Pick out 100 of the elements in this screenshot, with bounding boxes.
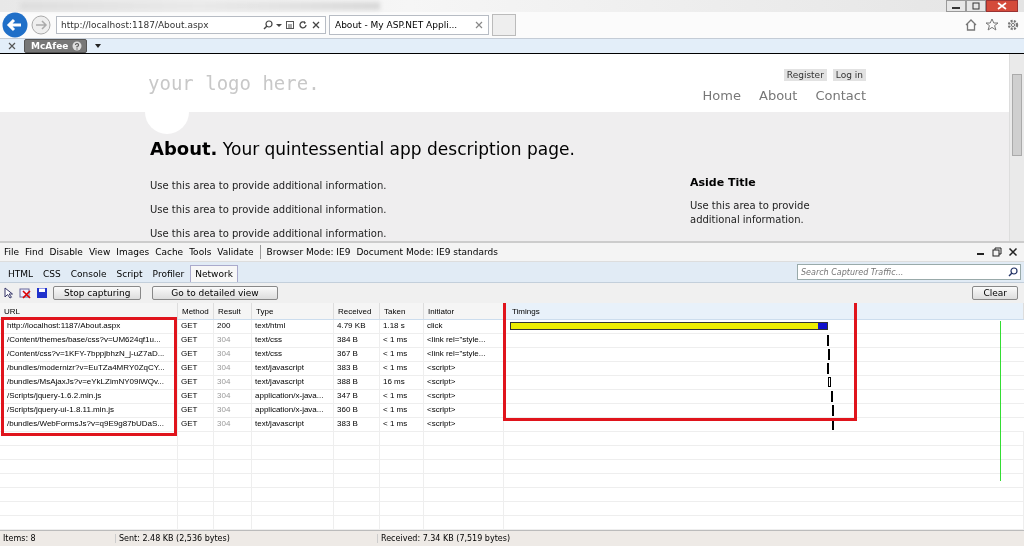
table-cell: GET (181, 321, 198, 330)
toolbar-button[interactable]: Stop capturing (53, 286, 142, 300)
address-bar[interactable]: http://localhost:1187/About.aspx (56, 16, 326, 34)
status-text: Items: 8 (0, 534, 116, 543)
table-cell: 304 (217, 405, 231, 414)
column-header[interactable]: Received (334, 303, 380, 319)
table-cell: /bundles/MsAjaxJs?v=eYkLZimNY09iWQv... (7, 377, 164, 386)
devtools-tab[interactable]: Console (66, 266, 111, 282)
close-icon[interactable] (1008, 247, 1018, 257)
table-cell: GET (181, 419, 198, 428)
search-icon[interactable] (263, 20, 273, 30)
table-cell: 383 B (337, 363, 358, 372)
table-cell: <script> (427, 377, 456, 386)
devtools-tab[interactable]: Network (190, 265, 238, 282)
paragraph: Use this area to provide additional information. (150, 179, 388, 193)
devtools-tab[interactable]: Script (112, 266, 147, 282)
refresh-icon[interactable] (298, 20, 308, 30)
paragraph: Use this area to provide additional information. (150, 203, 388, 217)
nav-link[interactable]: About (759, 88, 798, 103)
column-header[interactable]: Method (178, 303, 214, 319)
clear-button[interactable]: Clear (972, 286, 1018, 300)
table-cell: 347 B (337, 391, 358, 400)
column-header[interactable]: Timings (504, 303, 1024, 319)
compatibility-icon[interactable] (285, 20, 295, 30)
table-cell: < 1 ms (383, 419, 408, 428)
devtools-tab[interactable]: CSS (39, 266, 65, 282)
menu-item[interactable]: Cache (155, 247, 184, 257)
column-header[interactable]: URL (0, 303, 178, 319)
mode-menu[interactable]: Browser Mode: IE9 (266, 247, 351, 257)
table-cell: text/javascript (255, 419, 304, 428)
table-cell: 1.18 s (383, 321, 405, 330)
clear-entries-icon[interactable] (19, 287, 31, 299)
menu-item[interactable]: Disable (49, 247, 83, 257)
table-cell: GET (181, 335, 198, 344)
table-cell: text/javascript (255, 363, 304, 372)
table-cell: click (427, 321, 443, 330)
table-cell: text/css (255, 335, 283, 344)
table-cell: 383 B (337, 419, 358, 428)
table-cell: /Scripts/jquery-1.6.2.min.js (7, 391, 102, 400)
caret-icon[interactable] (95, 43, 102, 49)
account-link[interactable]: Register (783, 69, 827, 81)
table-cell: /bundles/modernizr?v=EuTZa4MRY0ZqCY... (7, 363, 165, 372)
cursor-icon[interactable] (4, 287, 14, 299)
table-cell: GET (181, 391, 198, 400)
save-icon[interactable] (36, 287, 48, 299)
table-cell: /Content/css?v=1KFY-7bppjbhzN_j-uZ7aD... (7, 349, 165, 358)
minimize-icon[interactable] (946, 0, 966, 12)
restore-icon[interactable] (992, 247, 1002, 257)
column-header[interactable]: Initiator (424, 303, 504, 319)
menu-item[interactable]: Validate (217, 247, 254, 257)
search-field[interactable]: Search Captured Traffic... (797, 264, 1021, 280)
scrollbar[interactable] (1009, 54, 1024, 241)
column-header[interactable]: Type (252, 303, 334, 319)
menu-item[interactable]: File (4, 247, 20, 257)
table-cell: text/css (255, 349, 283, 358)
menu-item[interactable]: View (88, 247, 111, 257)
menu-item[interactable]: Images (116, 247, 150, 257)
close-icon[interactable] (8, 42, 16, 50)
table-cell: <link rel="style... (427, 335, 486, 344)
table-cell: 384 B (337, 335, 358, 344)
table-cell: /Content/themes/base/css?v=UM624qf1u... (7, 335, 161, 344)
table-cell: http://localhost:1187/About.aspx (7, 321, 121, 330)
menu-item[interactable]: Tools (189, 247, 212, 257)
column-header[interactable]: Taken (380, 303, 424, 319)
table-cell: < 1 ms (383, 335, 408, 344)
table-cell: /Scripts/jquery-ui-1.8.11.min.js (7, 405, 114, 414)
table-cell: 304 (217, 363, 231, 372)
table-cell: GET (181, 405, 198, 414)
aside-text: Use this area to provide additional information. (690, 199, 811, 227)
stop-icon[interactable] (311, 20, 321, 30)
table-cell: <script> (427, 363, 456, 372)
table-cell: < 1 ms (383, 349, 408, 358)
search-icon[interactable] (1008, 267, 1018, 277)
table-cell: <script> (427, 405, 456, 414)
devtools-tab[interactable]: HTML (4, 266, 38, 282)
settings-icon[interactable] (1006, 18, 1020, 32)
table-cell: text/javascript (255, 377, 304, 386)
table-cell: 304 (217, 349, 231, 358)
toolbar-button[interactable]: Go to detailed view (152, 286, 278, 300)
home-icon[interactable] (964, 18, 978, 32)
table-cell: application/x-java... (255, 405, 324, 414)
table-cell: 360 B (337, 405, 358, 414)
column-header[interactable]: Result (214, 303, 252, 319)
table-cell: 367 B (337, 349, 358, 358)
star-icon[interactable] (985, 18, 999, 32)
table-cell: < 1 ms (383, 363, 408, 372)
table-cell: <script> (427, 419, 456, 428)
close-icon[interactable] (986, 0, 1018, 12)
browser-tab[interactable]: About - My ASP.NET Appli... (329, 15, 489, 35)
addon-button[interactable]: McAfee (24, 39, 88, 53)
status-text: Received: 7.34 KB (7,519 bytes) (380, 534, 510, 543)
menu-item[interactable]: Find (25, 247, 44, 257)
back-button[interactable] (2, 12, 28, 38)
aside-title: Aside Title (690, 176, 757, 189)
status-text: Sent: 2.48 KB (2,536 bytes) (116, 534, 378, 543)
mode-menu[interactable]: Document Mode: IE9 standards (356, 247, 498, 257)
nav-link[interactable]: Home (702, 88, 741, 103)
nav-link[interactable]: Contact (815, 88, 866, 103)
account-link[interactable]: Log in (832, 69, 866, 81)
devtools-tab[interactable]: Profiler (148, 266, 189, 282)
